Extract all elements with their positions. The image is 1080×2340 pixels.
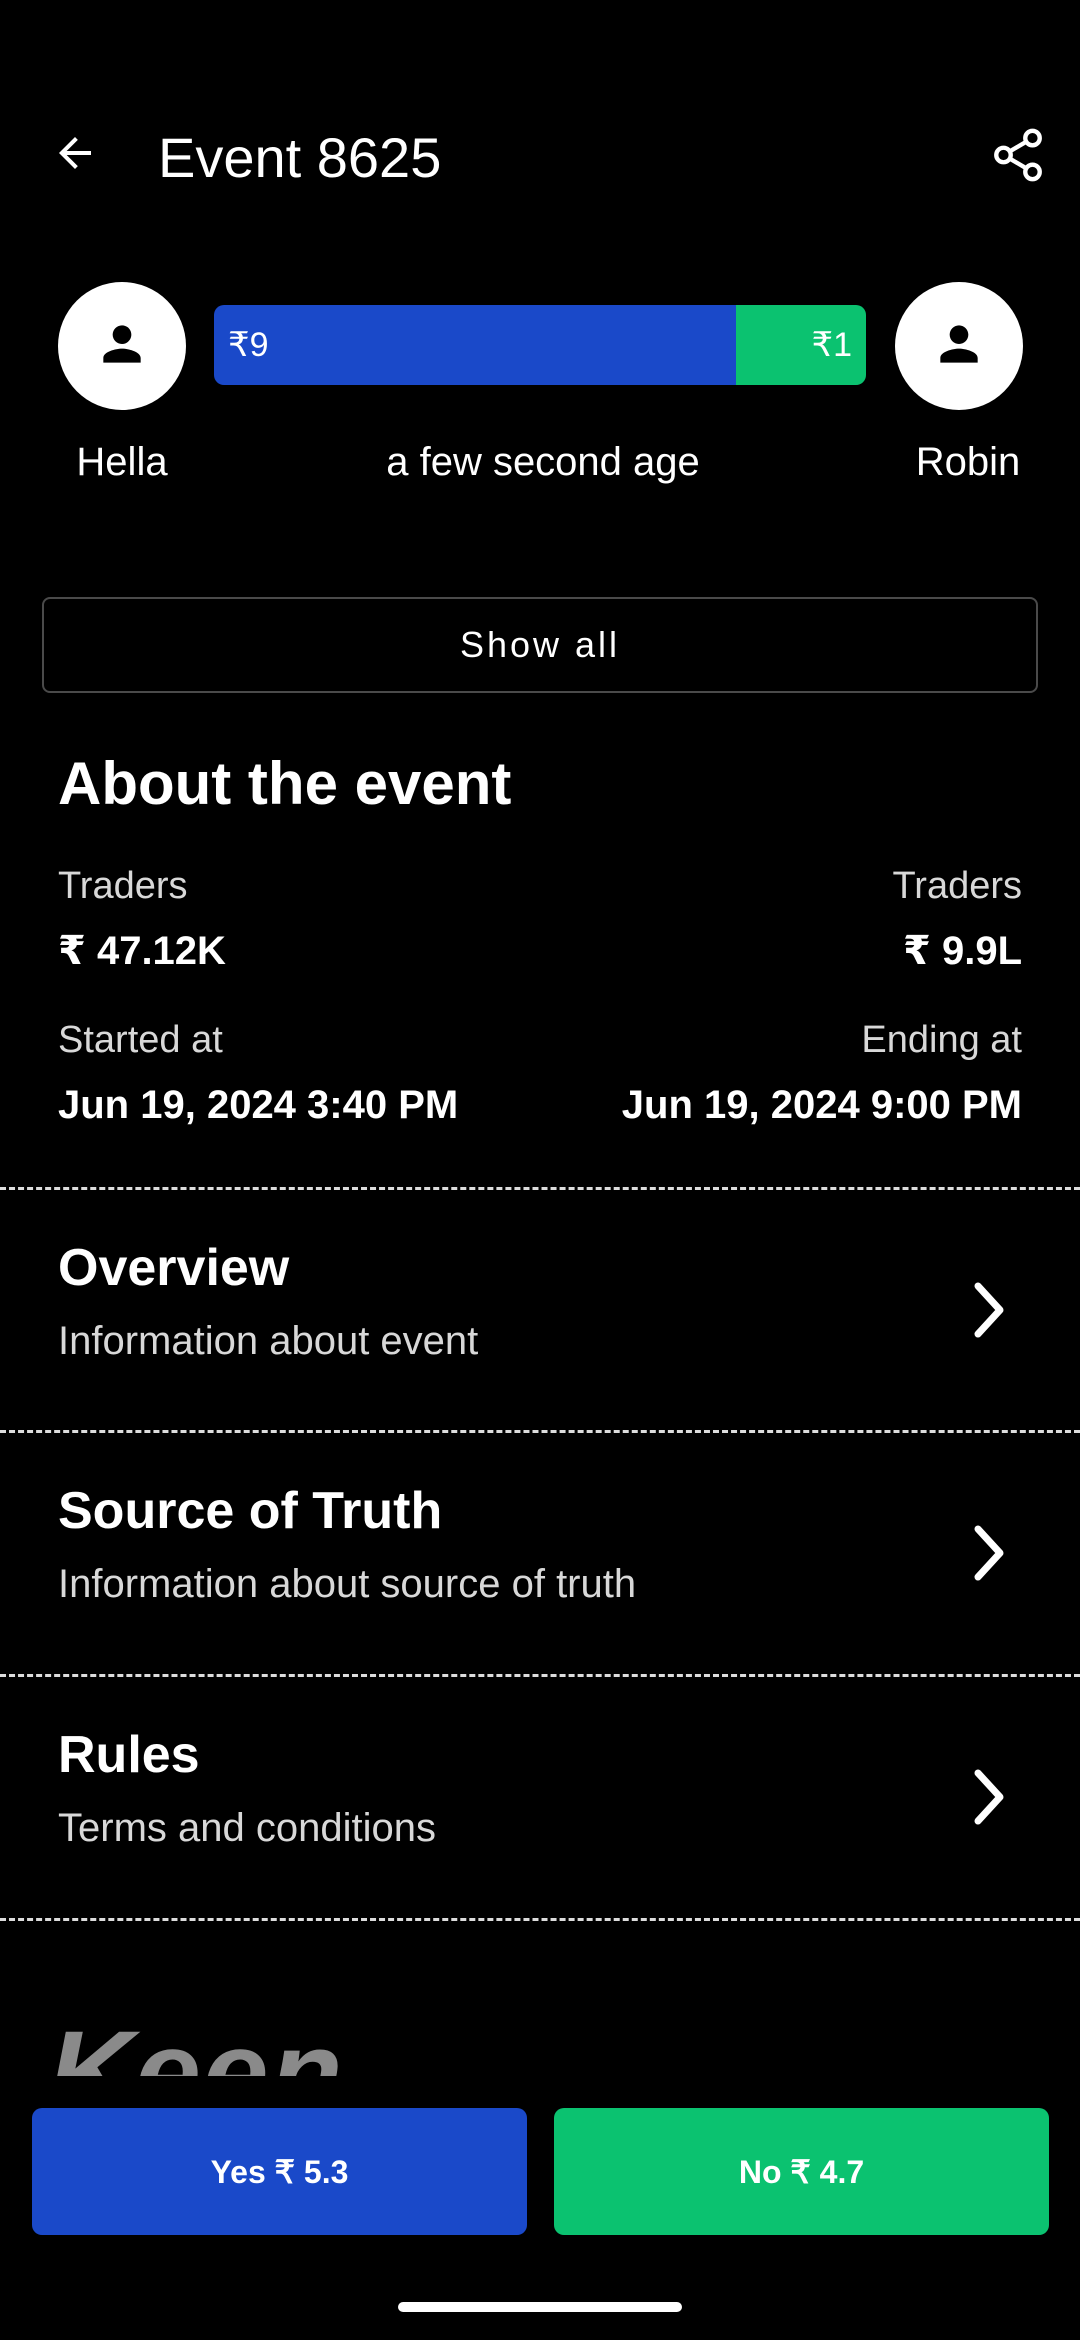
about-title: About the event	[58, 750, 512, 817]
right-traders-label: Traders	[892, 865, 1022, 907]
arrow-left-icon	[51, 129, 99, 182]
share-icon	[989, 126, 1047, 189]
section-subtitle: Terms and conditions	[58, 1806, 436, 1850]
right-player-name: Robin	[915, 440, 1021, 484]
left-traders-label: Traders	[58, 865, 188, 907]
left-player-name: Hella	[76, 440, 168, 484]
no-button[interactable]: No ₹ 4.7	[554, 2108, 1049, 2235]
started-label: Started at	[58, 1019, 223, 1061]
section-rules[interactable]: Rules Terms and conditions	[0, 1677, 1080, 1917]
section-title: Source of Truth	[58, 1482, 443, 1540]
home-indicator[interactable]	[398, 2302, 682, 2312]
yes-button[interactable]: Yes ₹ 5.3	[32, 2108, 527, 2235]
yes-share-segment: ₹9	[214, 305, 736, 385]
right-traders-value: ₹ 9.9L	[903, 929, 1022, 973]
ending-value: Jun 19, 2024 9:00 PM	[621, 1083, 1022, 1127]
section-source-of-truth[interactable]: Source of Truth Information about source…	[0, 1433, 1080, 1673]
back-button[interactable]	[40, 120, 110, 190]
avatar-right[interactable]	[895, 282, 1023, 410]
avatar-left[interactable]	[58, 282, 186, 410]
ending-label: Ending at	[861, 1019, 1022, 1061]
left-traders-value: ₹ 47.12K	[58, 929, 226, 973]
chevron-right-icon	[970, 1280, 1010, 1340]
divider	[0, 1918, 1080, 1921]
section-title: Rules	[58, 1726, 200, 1784]
section-title: Overview	[58, 1239, 290, 1297]
chevron-right-icon	[970, 1523, 1010, 1583]
section-subtitle: Information about source of truth	[58, 1562, 637, 1606]
show-all-button[interactable]: Show all	[42, 597, 1038, 693]
yes-no-split-bar: ₹9 ₹1	[214, 305, 866, 385]
brand-logo-text: Keen	[48, 2007, 345, 2076]
section-subtitle: Information about event	[58, 1319, 479, 1363]
time-ago-label: a few second age	[386, 440, 700, 484]
no-share-segment: ₹1	[735, 305, 866, 385]
page-title: Event 8625	[158, 126, 442, 189]
brand-watermark: Keen	[0, 1990, 1080, 2076]
person-icon	[94, 316, 150, 377]
chevron-right-icon	[970, 1767, 1010, 1827]
yes-amount: ₹9	[228, 326, 269, 364]
no-amount: ₹1	[811, 326, 852, 364]
started-value: Jun 19, 2024 3:40 PM	[58, 1083, 459, 1127]
person-icon	[931, 316, 987, 377]
share-button[interactable]	[980, 120, 1055, 195]
section-overview[interactable]: Overview Information about event	[0, 1190, 1080, 1430]
